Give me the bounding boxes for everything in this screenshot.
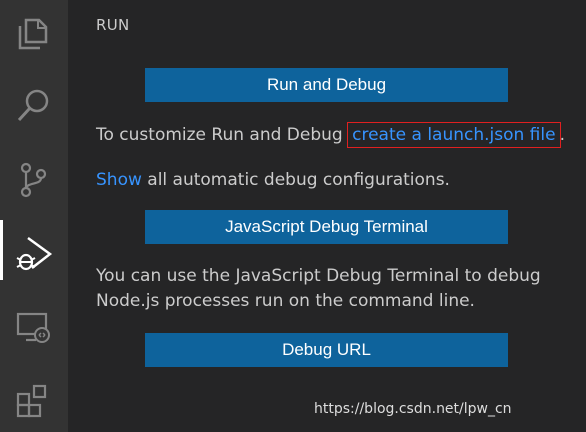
show-configurations-text: all automatic debug configurations. [141, 170, 450, 190]
period-text: . [559, 125, 565, 145]
show-configurations-message: Show all automatic debug configurations. [96, 170, 450, 190]
extensions-icon [16, 384, 47, 418]
explorer-button[interactable] [0, 2, 68, 62]
explorer-icon [18, 18, 48, 50]
terminal-info-line-2: Node.js processes run on the command lin… [96, 291, 475, 311]
run-sidebar: RUN Run and Debug To customize Run and D… [68, 0, 586, 432]
source-control-button[interactable] [0, 148, 68, 208]
run-debug-icon [16, 236, 53, 271]
customize-message: To customize Run and Debug create a laun… [96, 122, 565, 148]
activity-bar [0, 0, 68, 432]
run-and-debug-button[interactable]: Run and Debug [145, 68, 508, 102]
sidebar-title: RUN [96, 16, 130, 34]
javascript-debug-terminal-button[interactable]: JavaScript Debug Terminal [145, 210, 508, 244]
remote-explorer-icon [16, 312, 50, 343]
run-debug-button[interactable] [0, 220, 68, 280]
active-indicator [0, 220, 3, 280]
source-control-icon [20, 162, 47, 198]
terminal-info-line-1: You can use the JavaScript Debug Termina… [96, 266, 541, 286]
customize-text: To customize Run and Debug [96, 125, 349, 145]
show-link[interactable]: Show [96, 170, 142, 190]
remote-explorer-button[interactable] [0, 296, 68, 356]
create-launch-json-link[interactable]: create a launch.json file [347, 122, 561, 148]
search-button[interactable] [0, 74, 68, 134]
watermark: https://blog.csdn.net/lpw_cn [314, 401, 512, 417]
search-icon [17, 89, 49, 122]
debug-url-button[interactable]: Debug URL [145, 333, 508, 367]
extensions-button[interactable] [0, 370, 68, 430]
